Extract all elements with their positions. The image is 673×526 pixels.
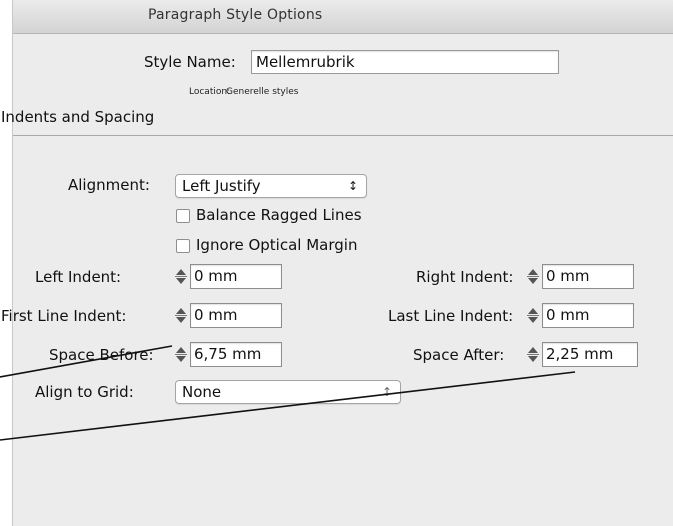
first-line-indent-input[interactable]: 0 mm xyxy=(190,303,282,328)
dialog-title: Paragraph Style Options xyxy=(148,7,323,23)
left-indent-label: Left Indent: xyxy=(35,268,122,286)
alignment-value: Left Justify xyxy=(182,177,261,195)
location-label: Location: xyxy=(189,87,231,97)
space-after-input[interactable]: 2,25 mm xyxy=(542,342,638,367)
space-before-stepper[interactable] xyxy=(174,342,188,367)
last-line-indent-label: Last Line Indent: xyxy=(388,307,514,325)
space-after-label: Space After: xyxy=(413,346,505,364)
last-line-indent-stepper[interactable] xyxy=(526,303,540,328)
align-to-grid-value: None xyxy=(182,383,222,401)
ignore-optical-margin-label: Ignore Optical Margin xyxy=(196,236,358,254)
balance-ragged-lines-checkbox[interactable] xyxy=(176,209,190,223)
right-indent-stepper[interactable] xyxy=(526,264,540,289)
right-indent-input[interactable]: 0 mm xyxy=(542,264,634,289)
select-arrows-icon: ↕ xyxy=(347,179,358,193)
section-divider xyxy=(13,135,673,136)
first-line-indent-label: First Line Indent: xyxy=(1,307,127,325)
space-before-input[interactable]: 6,75 mm xyxy=(190,342,282,367)
right-indent-label: Right Indent: xyxy=(416,268,514,286)
alignment-select[interactable]: Left Justify ↕ xyxy=(175,174,367,198)
last-line-indent-input[interactable]: 0 mm xyxy=(542,303,634,328)
alignment-label: Alignment: xyxy=(68,176,150,194)
align-to-grid-select[interactable]: None ↕ xyxy=(175,380,401,404)
title-bar[interactable]: Paragraph Style Options xyxy=(13,0,673,34)
ignore-optical-margin-checkbox[interactable] xyxy=(176,239,190,253)
select-arrows-icon: ↕ xyxy=(381,385,392,399)
style-name-label: Style Name: xyxy=(144,53,236,71)
section-title: Indents and Spacing xyxy=(1,108,155,126)
balance-ragged-lines-label: Balance Ragged Lines xyxy=(196,206,362,224)
style-name-input[interactable]: Mellemrubrik xyxy=(251,50,559,74)
space-after-stepper[interactable] xyxy=(526,342,540,367)
space-before-label: Space Before: xyxy=(49,346,154,364)
first-line-indent-stepper[interactable] xyxy=(174,303,188,328)
left-indent-stepper[interactable] xyxy=(174,264,188,289)
location-value: Generelle styles xyxy=(226,87,299,97)
paragraph-style-dialog: Paragraph Style Options Style Name: Mell… xyxy=(1,0,673,526)
left-indent-input[interactable]: 0 mm xyxy=(190,264,282,289)
align-to-grid-label: Align to Grid: xyxy=(35,383,134,401)
